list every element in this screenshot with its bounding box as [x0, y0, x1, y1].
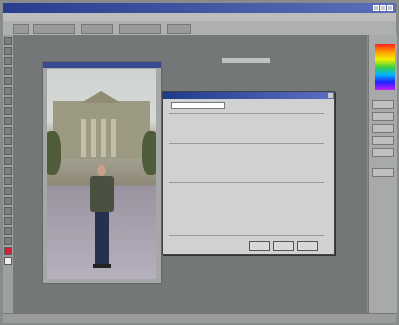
- minimize-icon[interactable]: [373, 5, 379, 11]
- ok-button[interactable]: [249, 241, 270, 251]
- eraser-tool-icon[interactable]: [4, 137, 12, 145]
- palette-tab[interactable]: [372, 168, 394, 177]
- shape-tool-icon[interactable]: [4, 197, 12, 205]
- divider: [169, 113, 324, 114]
- hand-tool-icon[interactable]: [4, 227, 12, 235]
- brush-tool-icon[interactable]: [4, 107, 12, 115]
- option-control[interactable]: [81, 24, 113, 34]
- pen-tool-icon[interactable]: [4, 187, 12, 195]
- photo-tree: [142, 131, 156, 175]
- zoom-tool-icon[interactable]: [4, 237, 12, 245]
- marquee-tool-icon[interactable]: [4, 37, 12, 45]
- photo-tree: [47, 131, 61, 175]
- photo-person: [87, 165, 117, 275]
- dialog-close-icon[interactable]: [328, 93, 333, 98]
- toolbox: [3, 35, 14, 313]
- move-tool-icon[interactable]: [4, 47, 12, 55]
- eyedropper-tool-icon[interactable]: [4, 217, 12, 225]
- dialog-dropdown[interactable]: [171, 102, 225, 109]
- image-info-dialog: [162, 91, 335, 255]
- magic-wand-tool-icon[interactable]: [4, 67, 12, 75]
- help-button[interactable]: [297, 241, 318, 251]
- divider: [169, 143, 324, 144]
- dialog-title-bar[interactable]: [163, 92, 334, 99]
- palette-tab[interactable]: [372, 124, 394, 133]
- window-controls: [373, 5, 393, 11]
- option-control[interactable]: [33, 24, 75, 34]
- document-title-bar[interactable]: [43, 62, 161, 68]
- option-control[interactable]: [119, 24, 161, 34]
- lasso-tool-icon[interactable]: [4, 57, 12, 65]
- crop-tool-icon[interactable]: [4, 77, 12, 85]
- color-swatches-icon[interactable]: [375, 44, 395, 90]
- status-bar: [3, 313, 396, 323]
- divider: [169, 182, 324, 183]
- tool-preset-icon[interactable]: [13, 24, 29, 34]
- slice-tool-icon[interactable]: [4, 87, 12, 95]
- palette-tab[interactable]: [372, 112, 394, 121]
- clone-stamp-tool-icon[interactable]: [4, 117, 12, 125]
- foreground-color-icon[interactable]: [4, 247, 12, 255]
- photo-building: [53, 91, 150, 159]
- option-control[interactable]: [167, 24, 191, 34]
- path-selection-tool-icon[interactable]: [4, 167, 12, 175]
- type-tool-icon[interactable]: [4, 177, 12, 185]
- gradient-tool-icon[interactable]: [4, 147, 12, 155]
- maximize-icon[interactable]: [380, 5, 386, 11]
- title-bar: [3, 3, 396, 13]
- dodge-tool-icon[interactable]: [4, 157, 12, 165]
- palette-tab[interactable]: [372, 100, 394, 109]
- history-brush-tool-icon[interactable]: [4, 127, 12, 135]
- image-document-window[interactable]: [42, 61, 162, 284]
- healing-brush-tool-icon[interactable]: [4, 97, 12, 105]
- background-color-icon[interactable]: [4, 257, 12, 265]
- divider: [169, 235, 324, 236]
- palette-tab[interactable]: [372, 136, 394, 145]
- palette-tab[interactable]: [372, 148, 394, 157]
- notes-tool-icon[interactable]: [4, 207, 12, 215]
- menu-bar: [3, 13, 396, 21]
- app-window: [0, 0, 399, 325]
- cancel-button[interactable]: [273, 241, 294, 251]
- photo-canvas[interactable]: [47, 69, 156, 279]
- options-bar: [3, 21, 396, 36]
- floating-palette-bar[interactable]: [222, 58, 270, 63]
- close-icon[interactable]: [387, 5, 393, 11]
